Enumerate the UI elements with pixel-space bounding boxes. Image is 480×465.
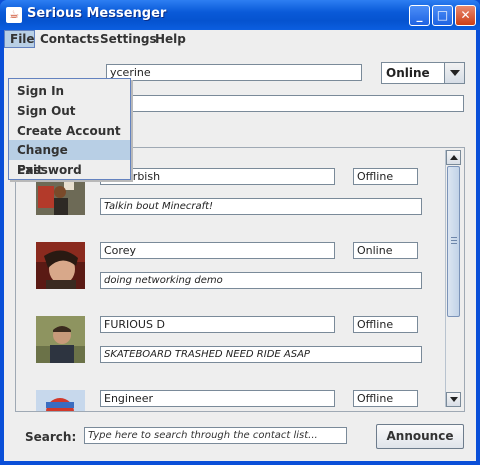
grip-line [451,240,457,241]
search-label: Search: [25,430,77,444]
contact-status: Offline [353,390,418,407]
menu-bar: File Contacts Settings Help [4,30,476,48]
contact-message: Talkin bout Minecraft! [100,198,422,215]
window-title: Serious Messenger [27,6,167,21]
menu-contacts[interactable]: Contacts [35,30,104,48]
contact-name: Engineer [100,390,335,407]
contact-list: Yeldarbish Offline Talkin bout Minecraft… [15,147,465,412]
close-button[interactable]: ✕ [455,5,476,26]
menu-help[interactable]: Help [150,30,191,48]
contact-name: Yeldarbish [100,168,335,185]
username-field[interactable]: ycerine [106,64,362,81]
menu-file[interactable]: File [4,30,35,48]
contact-status: Offline [353,316,418,333]
scroll-thumb[interactable] [447,166,460,317]
scroll-down-arrow-icon[interactable] [446,392,461,407]
status-combo[interactable]: Online [381,62,465,84]
file-menu-dropdown: Sign In Sign Out Create Account Change P… [8,78,131,180]
client-area: File Contacts Settings Help ycerine Onli… [4,30,476,461]
java-icon: ☕ [6,7,22,23]
avatar [36,242,85,289]
avatar [36,316,85,363]
menu-item-create-account[interactable]: Create Account [9,121,130,141]
menu-item-sign-out[interactable]: Sign Out [9,101,130,121]
menu-item-exit[interactable]: Exit [9,160,130,180]
menu-item-sign-in[interactable]: Sign In [9,81,130,101]
maximize-button[interactable]: □ [432,5,453,26]
contact-name: Corey [100,242,335,259]
contact-list-scrollbar[interactable] [445,150,461,407]
grip-line [451,243,457,244]
avatar [36,390,85,411]
status-message-field[interactable]: ar [106,95,464,112]
menu-item-change-password[interactable]: Change Password [9,140,130,177]
scroll-up-arrow-icon[interactable] [446,150,461,165]
contact-status: Offline [353,168,418,185]
grip-line [451,237,457,238]
search-input[interactable]: Type here to search through the contact … [84,427,347,444]
contact-name: FURIOUS D [100,316,335,333]
title-bar[interactable]: ☕ Serious Messenger _ □ ✕ [0,0,480,30]
contact-message: doing networking demo [100,272,422,289]
contact-status: Online [353,242,418,259]
app-window: ☕ Serious Messenger _ □ ✕ File Contacts … [0,0,480,465]
status-combo-value: Online [386,66,430,80]
announce-button[interactable]: Announce [376,424,464,449]
minimize-button[interactable]: _ [409,5,430,26]
chevron-down-icon[interactable] [444,63,464,83]
contact-message: SKATEBOARD TRASHED NEED RIDE ASAP [100,346,422,363]
